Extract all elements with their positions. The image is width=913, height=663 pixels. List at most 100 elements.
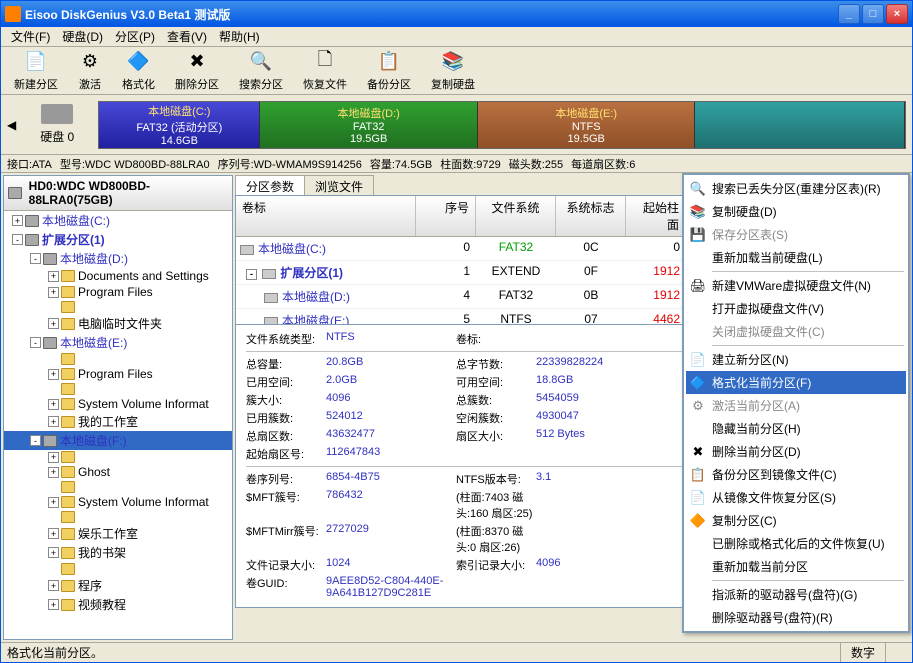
expander-icon[interactable]: - [30, 435, 41, 446]
context-menu-item[interactable]: 📄从镜像文件恢复分区(S) [686, 486, 906, 509]
context-menu-item[interactable]: 已删除或格式化后的文件恢复(U) [686, 532, 906, 555]
column-header[interactable]: 卷标 [236, 196, 416, 236]
partition-block[interactable]: 本地磁盘(D:)FAT3219.5GB [260, 102, 478, 148]
expander-icon[interactable]: - [12, 234, 23, 245]
tree-node[interactable]: +Ghost [4, 464, 232, 480]
tree-node[interactable]: +我的书架 [4, 543, 232, 562]
close-button[interactable]: × [886, 4, 908, 24]
toolbar-button[interactable]: 🔷格式化 [113, 46, 164, 96]
toolbar-button[interactable]: 📋备份分区 [358, 46, 420, 96]
context-menu-item[interactable]: ✖删除当前分区(D) [686, 440, 906, 463]
context-menu-item[interactable]: 删除驱动器号(盘符)(R) [686, 606, 906, 629]
tree-node[interactable]: +Program Files [4, 284, 232, 300]
tree-node[interactable]: +我的工作室 [4, 412, 232, 431]
tree-node[interactable]: + [4, 450, 232, 464]
tree-node[interactable] [4, 480, 232, 494]
expander-icon[interactable]: + [48, 399, 59, 410]
context-menu-item[interactable]: 重新加载当前硬盘(L) [686, 246, 906, 269]
toolbar-button[interactable]: 🔍搜索分区 [230, 46, 292, 96]
context-menu-item[interactable]: 🔶复制分区(C) [686, 509, 906, 532]
expander-icon[interactable]: + [48, 528, 59, 539]
partition-block[interactable]: 本地磁盘(C:)FAT32 (活动分区)14.6GB [99, 102, 260, 148]
tree-node[interactable]: +程序 [4, 576, 232, 595]
tree-node[interactable] [4, 562, 232, 576]
context-menu-item[interactable]: 🔷格式化当前分区(F) [686, 371, 906, 394]
格式化-icon: 🔷 [127, 50, 151, 74]
fstype-value: NTFS [326, 331, 456, 347]
tree-node[interactable]: -本地磁盘(E:) [4, 333, 232, 352]
tree-node[interactable]: -本地磁盘(F:) [4, 431, 232, 450]
menu-icon: 🖨 [690, 278, 706, 294]
tree-node[interactable] [4, 352, 232, 366]
toolbar-button[interactable]: 📄新建分区 [5, 46, 67, 96]
tab[interactable]: 分区参数 [235, 175, 305, 195]
expander-icon[interactable]: + [12, 215, 23, 226]
tree-node[interactable]: +System Volume Informat [4, 494, 232, 510]
context-menu-item[interactable]: 🔍搜索已丢失分区(重建分区表)(R) [686, 177, 906, 200]
maximize-button[interactable]: □ [862, 4, 884, 24]
expander-icon[interactable]: + [48, 416, 59, 427]
minimize-button[interactable]: _ [838, 4, 860, 24]
column-header[interactable]: 系统标志 [556, 196, 626, 236]
folder-icon [61, 416, 75, 428]
expander-icon[interactable]: + [48, 497, 59, 508]
context-menu-item[interactable]: 📄建立新分区(N) [686, 348, 906, 371]
menu-item[interactable]: 硬盘(D) [56, 26, 109, 47]
context-menu-item[interactable]: 重新加载当前分区 [686, 555, 906, 578]
tree-root[interactable]: HD0:WDC WD800BD-88LRA0(75GB) [4, 176, 232, 211]
context-menu-item[interactable]: 📚复制硬盘(D) [686, 200, 906, 223]
tree-node[interactable]: +Documents and Settings [4, 268, 232, 284]
expander-icon[interactable]: + [48, 599, 59, 610]
menu-item[interactable]: 帮助(H) [213, 26, 266, 47]
expander-icon[interactable]: + [48, 318, 59, 329]
status-cell [885, 643, 906, 662]
detail-label: $MFTMirr簇号: [246, 523, 326, 555]
expander-icon[interactable]: - [30, 253, 41, 264]
expander-icon[interactable]: + [48, 369, 59, 380]
tree-node[interactable]: +娱乐工作室 [4, 524, 232, 543]
expander-icon[interactable]: + [48, 271, 59, 282]
tree-node[interactable]: -本地磁盘(D:) [4, 249, 232, 268]
tab[interactable]: 浏览文件 [304, 175, 374, 195]
toolbar-button[interactable]: 📚复制硬盘 [422, 46, 484, 96]
tree-node[interactable]: +电脑临时文件夹 [4, 314, 232, 333]
tree-node[interactable]: +本地磁盘(C:) [4, 211, 232, 230]
detail-value: 4930047 [536, 410, 666, 426]
partition-block[interactable]: 本地磁盘(E:)NTFS19.5GB [478, 102, 696, 148]
tree-node[interactable]: +Program Files [4, 366, 232, 382]
context-menu-item[interactable]: 打开虚拟硬盘文件(V) [686, 297, 906, 320]
menu-item[interactable]: 分区(P) [109, 26, 161, 47]
expander-icon[interactable]: + [48, 287, 59, 298]
partition-block[interactable] [695, 102, 904, 148]
column-header[interactable]: 起始柱面 [626, 196, 686, 236]
menu-item[interactable]: 查看(V) [161, 26, 213, 47]
tree-node[interactable]: +视频教程 [4, 595, 232, 614]
tree-node[interactable] [4, 300, 232, 314]
context-menu-item[interactable]: 📋备份分区到镜像文件(C) [686, 463, 906, 486]
menu-item[interactable]: 文件(F) [5, 26, 56, 47]
menu-icon: 🔶 [690, 513, 706, 529]
folder-icon [61, 599, 75, 611]
detail-value [536, 446, 666, 462]
expander-icon[interactable]: + [48, 547, 59, 558]
tree-node[interactable]: +System Volume Informat [4, 396, 232, 412]
context-menu-item[interactable]: 隐藏当前分区(H) [686, 417, 906, 440]
expander-icon[interactable]: - [246, 269, 257, 280]
tree-node[interactable] [4, 382, 232, 396]
expander-icon[interactable]: + [48, 452, 59, 463]
context-menu-item[interactable]: 指派新的驱动器号(盘符)(G) [686, 583, 906, 606]
toolbar-button[interactable]: 🗋恢复文件 [294, 46, 356, 96]
statusbar: 格式化当前分区。 数字 [1, 642, 912, 662]
expander-icon[interactable]: - [30, 337, 41, 348]
tree-node[interactable]: -扩展分区(1) [4, 230, 232, 249]
tree-node[interactable] [4, 510, 232, 524]
expander-icon[interactable]: + [48, 467, 59, 478]
nav-left-icon[interactable]: ◀ [7, 118, 16, 132]
toolbar-button[interactable]: ✖删除分区 [166, 46, 228, 96]
column-header[interactable]: 文件系统 [476, 196, 556, 236]
detail-label: 总容量: [246, 356, 326, 372]
context-menu-item[interactable]: 🖨新建VMWare虚拟硬盘文件(N) [686, 274, 906, 297]
expander-icon[interactable]: + [48, 580, 59, 591]
column-header[interactable]: 序号 [416, 196, 476, 236]
toolbar-button[interactable]: ⚙激活 [69, 46, 111, 96]
